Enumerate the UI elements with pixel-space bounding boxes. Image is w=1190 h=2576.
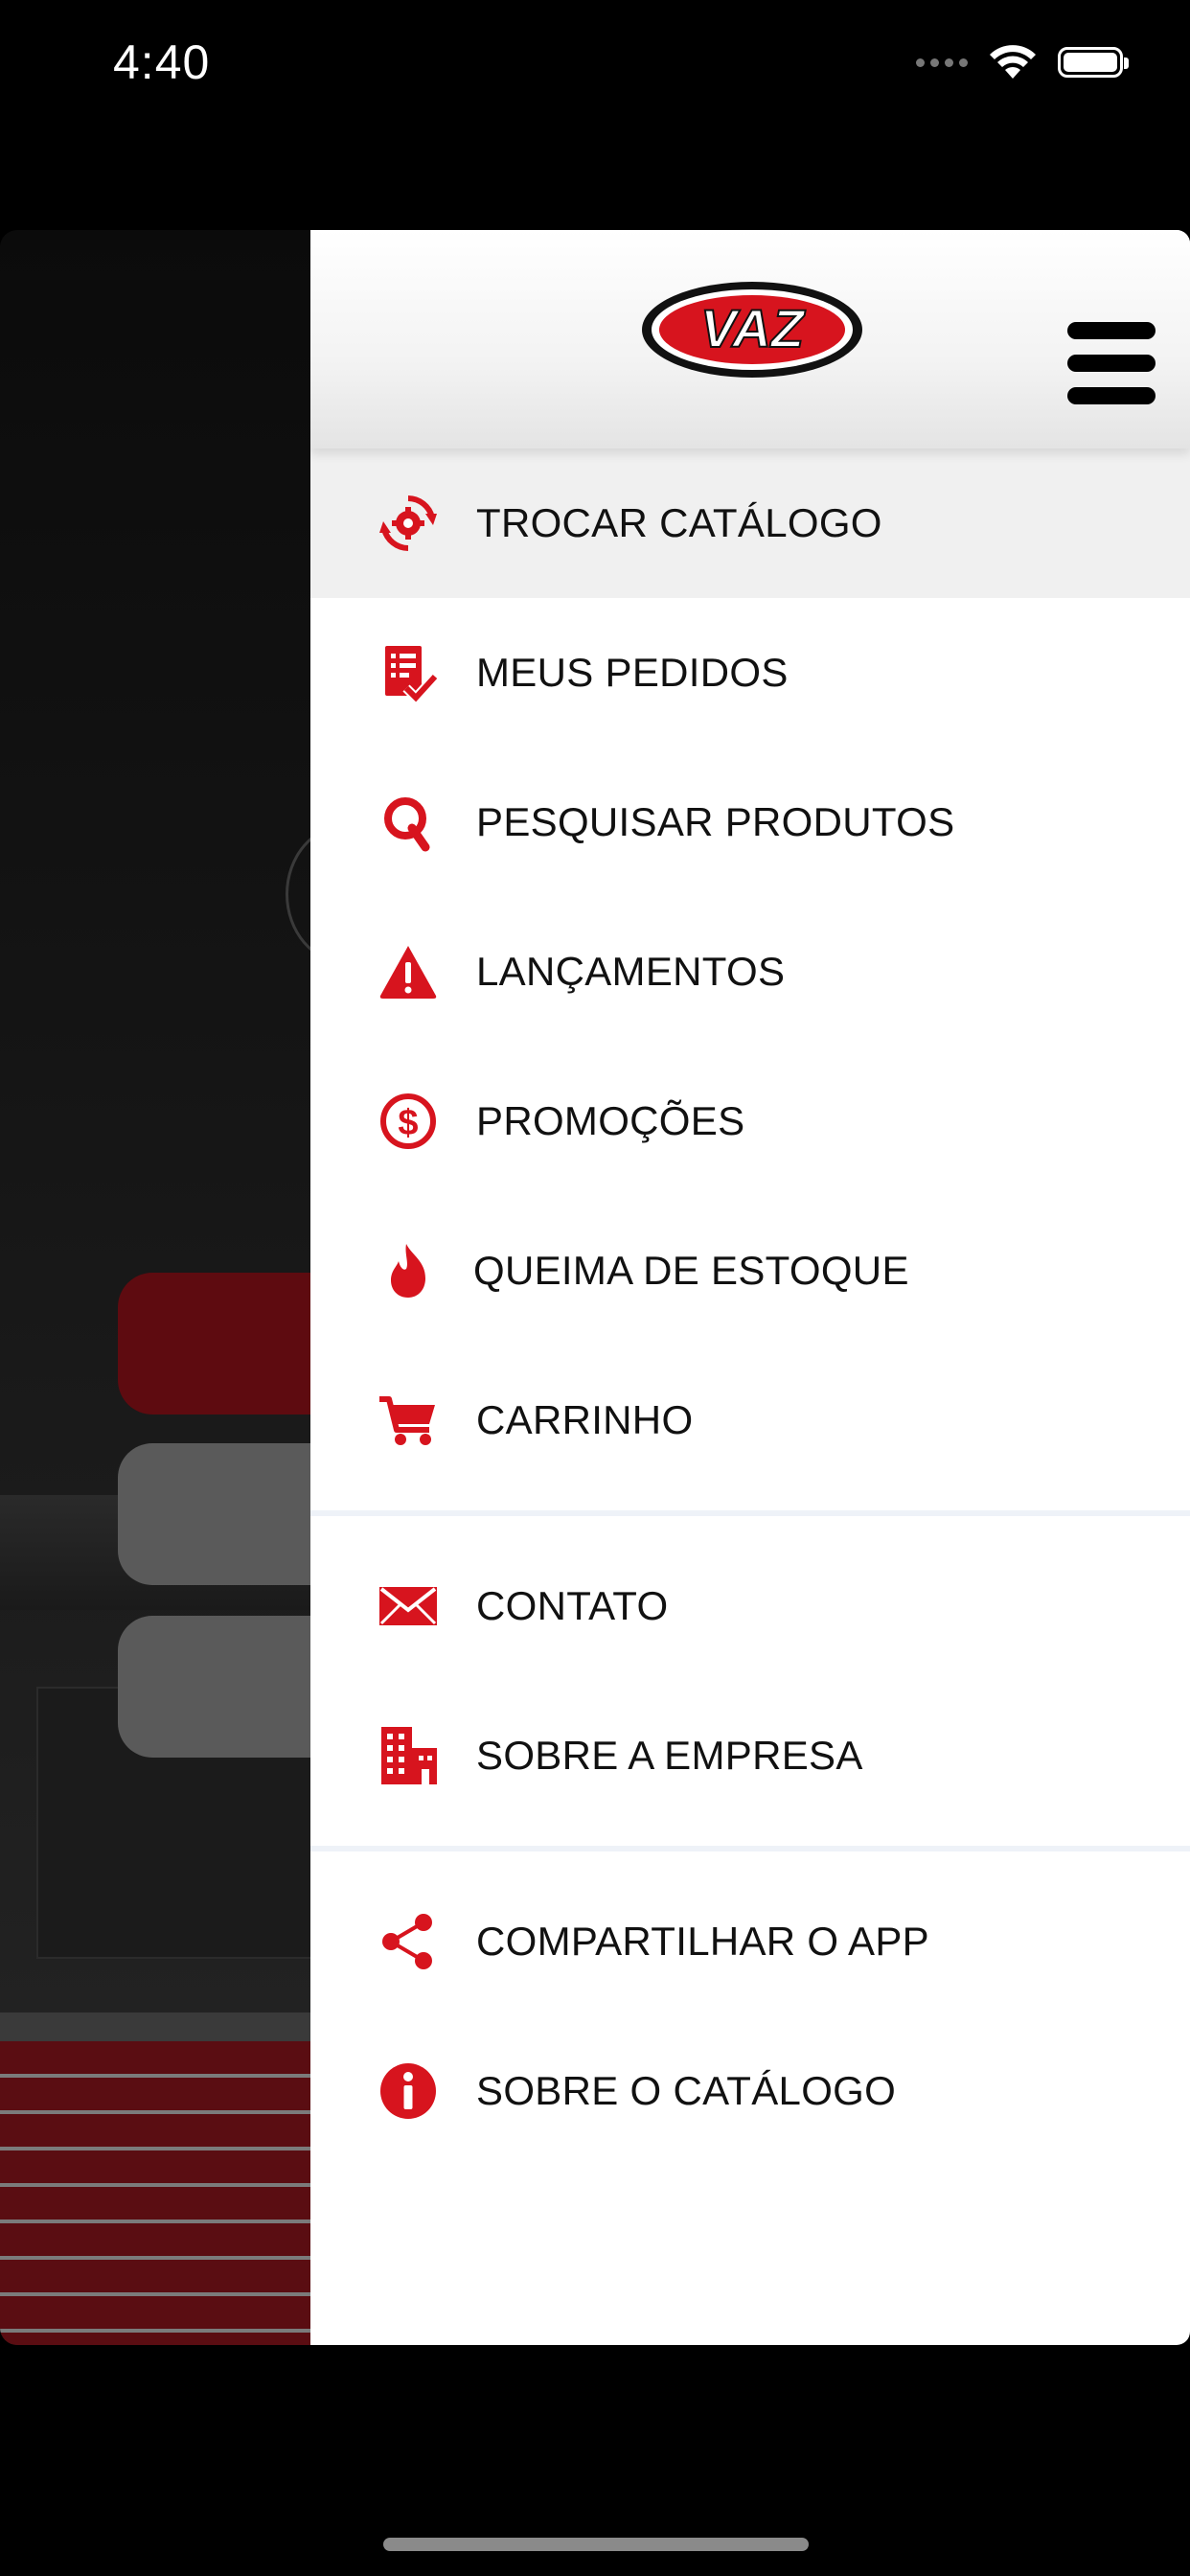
menu-item-label: MEUS PEDIDOS (476, 650, 789, 695)
menu-item-queima-de-estoque[interactable]: QUEIMA DE ESTOQUE (310, 1196, 1190, 1346)
menu-item-label: PESQUISAR PRODUTOS (476, 799, 955, 844)
side-menu-drawer: VAZ TROCAR CATÁLOGO MEUS PEDIDOS PESQUIS… (310, 230, 1190, 2345)
status-icons (916, 44, 1129, 80)
menu-item-label: SOBRE O CATÁLOGO (476, 2068, 897, 2113)
menu-item-label: TROCAR CATÁLOGO (476, 500, 882, 545)
background-app-dimmed[interactable] (0, 230, 316, 2345)
menu-item-meus-pedidos[interactable]: MEUS PEDIDOS (310, 598, 1190, 748)
menu-item-pesquisar-produtos[interactable]: PESQUISAR PRODUTOS (310, 748, 1190, 897)
background-decor (0, 2041, 316, 2345)
dollar-circle-icon: $ (378, 1091, 439, 1152)
menu-item-label: COMPARTILHAR O APP (476, 1919, 929, 1964)
menu-item-trocar-catalogo[interactable]: TROCAR CATÁLOGO (310, 448, 1190, 598)
menu-item-label: PROMOÇÕES (476, 1098, 745, 1143)
drawer-header: VAZ (310, 230, 1190, 448)
search-q-icon (378, 792, 439, 853)
wifi-icon (990, 45, 1036, 79)
menu-item-label: CARRINHO (476, 1397, 694, 1442)
hamburger-menu-button[interactable] (1067, 322, 1156, 404)
menu-item-compartilhar-o-app[interactable]: COMPARTILHAR O APP (310, 1867, 1190, 2016)
orders-checklist-icon (378, 642, 439, 703)
fire-icon (378, 1240, 439, 1301)
section-divider (310, 1510, 1190, 1516)
home-indicator[interactable] (383, 2538, 809, 2551)
status-bar: 4:40 (0, 0, 1190, 134)
background-button (118, 1443, 316, 1585)
menu-item-carrinho[interactable]: CARRINHO (310, 1346, 1190, 1495)
info-icon (378, 2060, 439, 2122)
catalog-swap-gear-icon (378, 493, 439, 554)
status-time: 4:40 (113, 35, 211, 89)
logo-text: VAZ (700, 298, 806, 358)
hamburger-bar (1067, 355, 1156, 372)
mail-icon (378, 1576, 439, 1637)
warning-icon (378, 941, 439, 1002)
menu-item-label: LANÇAMENTOS (476, 949, 786, 994)
building-icon (378, 1725, 439, 1786)
section-divider (310, 1846, 1190, 1852)
cellular-signal-icon (916, 58, 968, 67)
menu-item-sobre-a-empresa[interactable]: SOBRE A EMPRESA (310, 1681, 1190, 1830)
background-button (118, 1273, 316, 1414)
menu-item-promocoes[interactable]: $ PROMOÇÕES (310, 1046, 1190, 1196)
vaz-logo: VAZ (642, 282, 862, 378)
menu-item-lancamentos[interactable]: LANÇAMENTOS (310, 897, 1190, 1046)
hamburger-bar (1067, 387, 1156, 404)
background-button (118, 1616, 316, 1758)
menu-item-label: QUEIMA DE ESTOQUE (473, 1248, 909, 1293)
background-decor (0, 2012, 316, 2041)
menu-item-label: SOBRE A EMPRESA (476, 1733, 863, 1778)
menu-item-label: CONTATO (476, 1583, 669, 1628)
svg-text:$: $ (398, 1103, 418, 1143)
menu-item-sobre-o-catalogo[interactable]: SOBRE O CATÁLOGO (310, 2016, 1190, 2166)
battery-icon (1058, 47, 1129, 78)
menu-item-contato[interactable]: CONTATO (310, 1531, 1190, 1681)
share-icon (378, 1911, 439, 1972)
cart-icon (378, 1390, 439, 1451)
hamburger-bar (1067, 322, 1156, 339)
